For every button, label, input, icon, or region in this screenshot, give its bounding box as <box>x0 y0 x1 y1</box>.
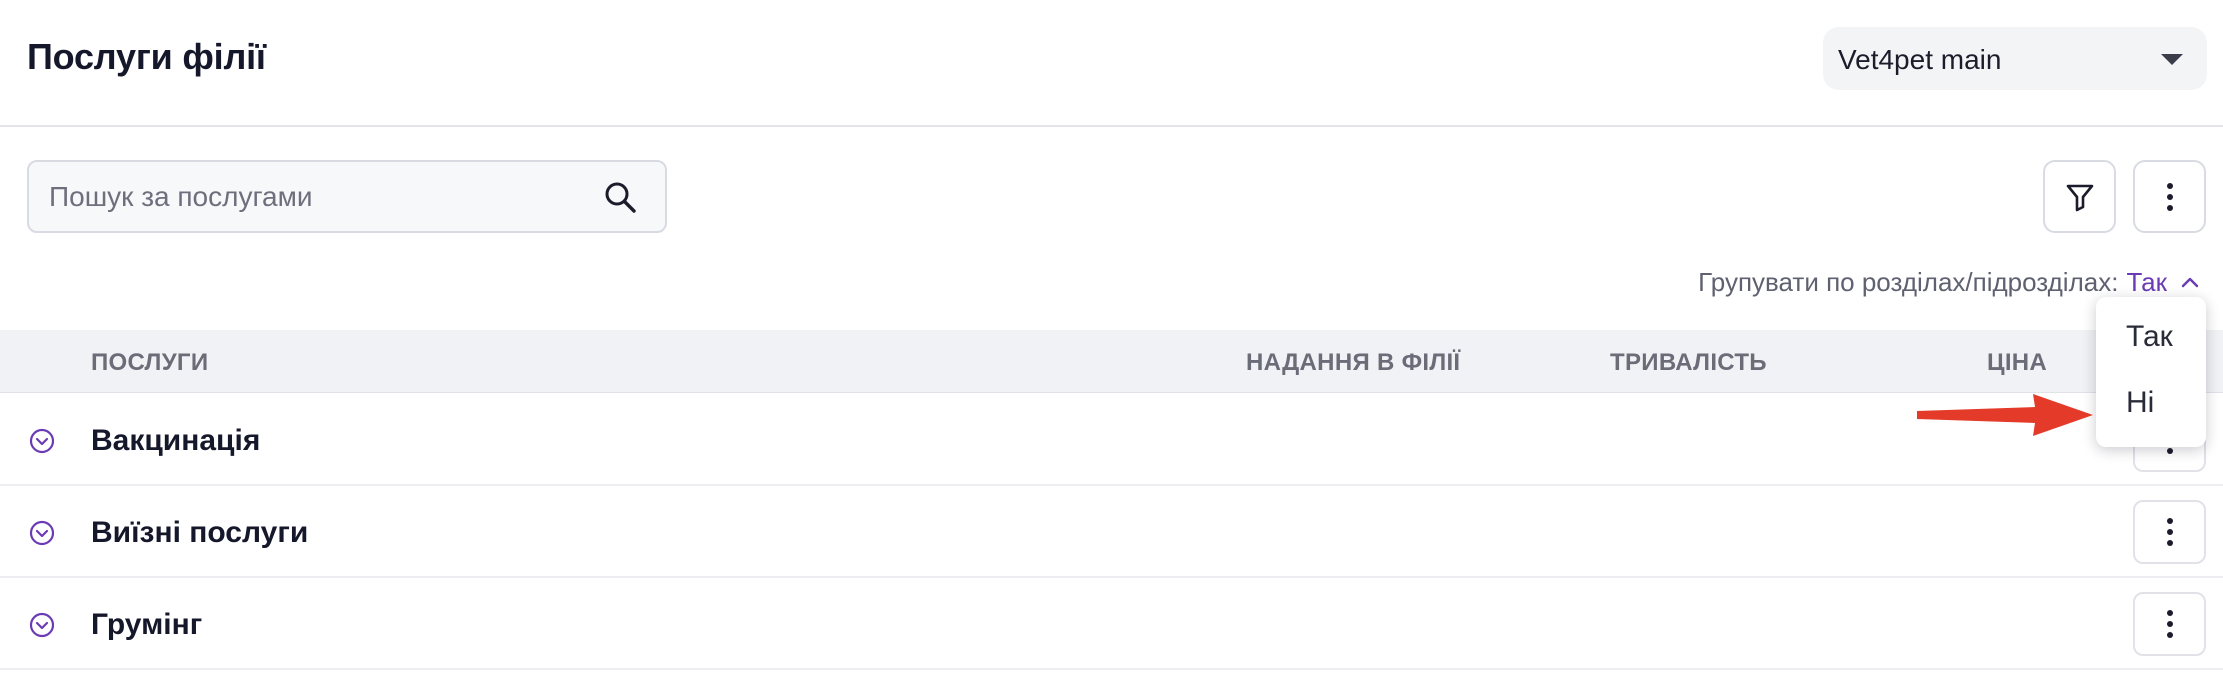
group-by-label: Групувати по розділах/підрозділах: <box>1698 266 2119 297</box>
table-row[interactable]: Вакцинація <box>0 394 2223 486</box>
expand-circle-icon[interactable] <box>29 612 55 638</box>
expand-circle-icon[interactable] <box>29 520 55 546</box>
branch-select-value: Vet4pet main <box>1838 44 2002 75</box>
more-vertical-icon <box>2166 518 2173 546</box>
expand-circle-icon[interactable] <box>29 428 55 454</box>
row-more-button[interactable] <box>2133 592 2206 656</box>
group-by-value[interactable]: Так <box>2126 267 2167 298</box>
table-row[interactable]: Виїзні послуги <box>0 486 2223 578</box>
search-box[interactable] <box>27 160 667 233</box>
arrow-annotation-icon <box>1917 394 2093 436</box>
filter-icon <box>2066 184 2093 211</box>
dropdown-option-yes[interactable]: Так <box>2096 305 2206 369</box>
more-vertical-icon <box>2166 610 2173 638</box>
column-header-services[interactable]: ПОСЛУГИ <box>91 349 208 377</box>
dropdown-option-no[interactable]: Ні <box>2096 371 2206 435</box>
column-header-duration[interactable]: ТРИВАЛІСТЬ <box>1610 349 1767 377</box>
branch-select[interactable]: Vet4pet main <box>1823 27 2207 90</box>
search-icon[interactable] <box>602 180 638 216</box>
row-name: Вакцинація <box>91 424 261 457</box>
group-by-toggle[interactable]: Групувати по розділах/підрозділах: Так <box>1698 264 2199 300</box>
column-header-provision[interactable]: НАДАННЯ В ФІЛІЇ <box>1246 349 1460 377</box>
row-name: Грумінг <box>91 608 203 641</box>
row-more-button[interactable] <box>2133 500 2206 564</box>
table-row[interactable]: Грумінг <box>0 578 2223 670</box>
more-options-button[interactable] <box>2133 160 2206 233</box>
chevron-up-icon[interactable] <box>2181 276 2199 288</box>
more-vertical-icon <box>2166 182 2173 211</box>
filter-button[interactable] <box>2043 160 2116 233</box>
column-header-price[interactable]: ЦІНА <box>1987 349 2047 377</box>
table-header: ПОСЛУГИ НАДАННЯ В ФІЛІЇ ТРИВАЛІСТЬ ЦІНА <box>0 330 2223 393</box>
chevron-down-icon <box>2161 54 2183 65</box>
page-title: Послуги філії <box>27 36 266 77</box>
group-by-dropdown: Так Ні <box>2096 297 2206 447</box>
page: Послуги філії Vet4pet main Групувати по … <box>0 0 2223 678</box>
page-header: Послуги філії Vet4pet main <box>0 0 2223 127</box>
search-input[interactable] <box>49 176 589 218</box>
row-name: Виїзні послуги <box>91 516 309 549</box>
